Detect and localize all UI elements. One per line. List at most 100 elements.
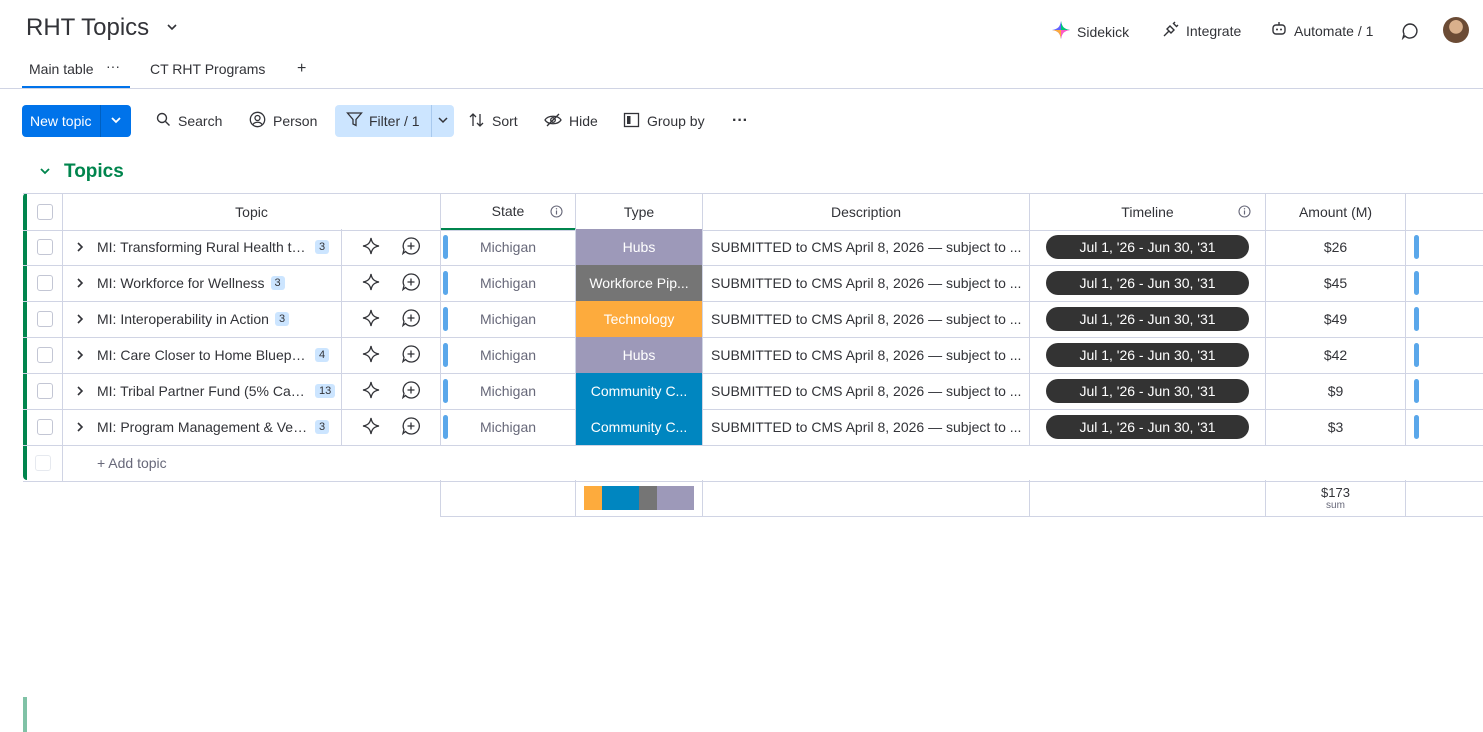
topic-cell[interactable]: MI: Program Management & Ven... 3 bbox=[63, 409, 342, 445]
extra-cell[interactable] bbox=[1406, 229, 1483, 265]
add-update-icon[interactable] bbox=[401, 236, 421, 259]
add-topic-input[interactable]: + Add topic bbox=[63, 445, 463, 481]
add-update-icon[interactable] bbox=[401, 344, 421, 367]
column-header-state[interactable]: State bbox=[441, 194, 576, 230]
info-icon[interactable] bbox=[1238, 205, 1251, 221]
topic-cell[interactable]: MI: Transforming Rural Health th... 3 bbox=[63, 229, 342, 265]
add-view-icon[interactable]: + bbox=[297, 60, 306, 78]
table-row[interactable]: MI: Workforce for Wellness 3 Michigan Wo… bbox=[23, 265, 1483, 302]
ai-sparkle-icon[interactable] bbox=[361, 380, 381, 403]
extra-cell[interactable] bbox=[1406, 409, 1483, 445]
group-by-button[interactable]: Group by bbox=[623, 105, 705, 137]
amount-cell[interactable]: $26 bbox=[1266, 229, 1406, 265]
description-cell[interactable]: SUBMITTED to CMS April 8, 2026 — subject… bbox=[703, 229, 1030, 265]
ai-sparkle-icon[interactable] bbox=[361, 344, 381, 367]
ai-sparkle-icon[interactable] bbox=[361, 308, 381, 331]
type-cell[interactable]: Hubs bbox=[576, 337, 703, 373]
type-cell[interactable]: Workforce Pip... bbox=[576, 265, 703, 301]
table-row[interactable]: MI: Care Closer to Home Bluepri... 4 Mic… bbox=[23, 337, 1483, 374]
subitem-count-badge[interactable]: 13 bbox=[315, 384, 336, 398]
extra-cell[interactable] bbox=[1406, 373, 1483, 409]
amount-cell[interactable]: $3 bbox=[1266, 409, 1406, 445]
chevron-down-icon[interactable] bbox=[101, 114, 131, 129]
amount-cell[interactable]: $9 bbox=[1266, 373, 1406, 409]
timeline-cell[interactable]: Jul 1, '26 - Jun 30, '31 bbox=[1030, 337, 1266, 373]
description-cell[interactable]: SUBMITTED to CMS April 8, 2026 — subject… bbox=[703, 337, 1030, 373]
column-header-timeline[interactable]: Timeline bbox=[1030, 194, 1266, 230]
description-cell[interactable]: SUBMITTED to CMS April 8, 2026 — subject… bbox=[703, 301, 1030, 337]
row-checkbox[interactable] bbox=[36, 419, 53, 435]
hide-button[interactable]: Hide bbox=[544, 105, 598, 137]
column-header-description[interactable]: Description bbox=[703, 194, 1030, 230]
row-checkbox[interactable] bbox=[36, 239, 53, 255]
expand-chevron-icon[interactable] bbox=[63, 421, 97, 433]
state-cell[interactable]: Michigan bbox=[441, 229, 576, 265]
subitem-count-badge[interactable]: 3 bbox=[315, 420, 330, 434]
table-row[interactable]: MI: Interoperability in Action 3 Michiga… bbox=[23, 301, 1483, 338]
ai-sparkle-icon[interactable] bbox=[361, 236, 381, 259]
description-cell[interactable]: SUBMITTED to CMS April 8, 2026 — subject… bbox=[703, 409, 1030, 445]
select-all-checkbox[interactable] bbox=[36, 204, 53, 220]
timeline-cell[interactable]: Jul 1, '26 - Jun 30, '31 bbox=[1030, 409, 1266, 445]
column-header-type[interactable]: Type bbox=[576, 194, 703, 230]
row-checkbox[interactable] bbox=[36, 347, 53, 363]
chevron-down-icon[interactable] bbox=[165, 20, 179, 37]
tab-ct-rht-programs[interactable]: CT RHT Programs bbox=[150, 61, 265, 77]
state-cell[interactable]: Michigan bbox=[441, 373, 576, 409]
row-checkbox[interactable] bbox=[36, 275, 53, 291]
type-cell[interactable]: Community C... bbox=[576, 373, 703, 409]
add-update-icon[interactable] bbox=[401, 308, 421, 331]
column-header-topic[interactable]: Topic bbox=[63, 194, 441, 230]
subitem-count-badge[interactable]: 3 bbox=[274, 312, 290, 326]
more-options-icon[interactable]: ··· bbox=[732, 105, 748, 137]
expand-chevron-icon[interactable] bbox=[63, 349, 97, 361]
add-update-icon[interactable] bbox=[401, 272, 421, 295]
subitem-count-badge[interactable]: 3 bbox=[270, 276, 285, 290]
summary-type[interactable] bbox=[576, 480, 703, 516]
type-cell[interactable]: Community C... bbox=[576, 409, 703, 445]
subitem-count-badge[interactable]: 4 bbox=[315, 348, 330, 362]
extra-cell[interactable] bbox=[1406, 265, 1483, 301]
group-title[interactable]: Topics bbox=[64, 161, 124, 183]
expand-chevron-icon[interactable] bbox=[63, 385, 97, 397]
chat-bubble-icon[interactable] bbox=[1401, 22, 1419, 45]
add-topic-row[interactable]: + Add topic bbox=[23, 445, 1483, 732]
summary-amount[interactable]: $173 sum bbox=[1266, 480, 1406, 516]
add-update-icon[interactable] bbox=[401, 380, 421, 403]
tab-more-icon[interactable]: ··· bbox=[106, 58, 120, 74]
extra-cell[interactable] bbox=[1406, 337, 1483, 373]
amount-cell[interactable]: $45 bbox=[1266, 265, 1406, 301]
add-update-icon[interactable] bbox=[401, 416, 421, 439]
new-topic-button[interactable]: New topic bbox=[22, 105, 131, 137]
person-filter-button[interactable]: Person bbox=[249, 105, 317, 137]
description-cell[interactable]: SUBMITTED to CMS April 8, 2026 — subject… bbox=[703, 265, 1030, 301]
expand-chevron-icon[interactable] bbox=[63, 241, 97, 253]
integrate-button[interactable]: Integrate bbox=[1162, 20, 1241, 41]
expand-chevron-icon[interactable] bbox=[63, 313, 97, 325]
column-header-amount[interactable]: Amount (M) bbox=[1266, 194, 1406, 230]
avatar[interactable] bbox=[1443, 17, 1469, 43]
topic-cell[interactable]: MI: Tribal Partner Fund (5% Carv... 13 bbox=[63, 373, 342, 409]
amount-cell[interactable]: $42 bbox=[1266, 337, 1406, 373]
sort-button[interactable]: Sort bbox=[469, 105, 518, 137]
timeline-cell[interactable]: Jul 1, '26 - Jun 30, '31 bbox=[1030, 229, 1266, 265]
subitem-count-badge[interactable]: 3 bbox=[315, 240, 330, 254]
table-row[interactable]: MI: Tribal Partner Fund (5% Carv... 13 M… bbox=[23, 373, 1483, 410]
type-cell[interactable]: Hubs bbox=[576, 229, 703, 265]
tab-main-table[interactable]: Main table bbox=[29, 61, 94, 77]
row-checkbox[interactable] bbox=[36, 383, 53, 399]
topic-cell[interactable]: MI: Workforce for Wellness 3 bbox=[63, 265, 342, 301]
state-cell[interactable]: Michigan bbox=[441, 337, 576, 373]
row-checkbox[interactable] bbox=[36, 311, 53, 327]
topic-cell[interactable]: MI: Care Closer to Home Bluepri... 4 bbox=[63, 337, 342, 373]
table-row[interactable]: MI: Transforming Rural Health th... 3 Mi… bbox=[23, 229, 1483, 266]
state-cell[interactable]: Michigan bbox=[441, 265, 576, 301]
type-cell[interactable]: Technology bbox=[576, 301, 703, 337]
chevron-down-icon[interactable] bbox=[38, 164, 52, 181]
timeline-cell[interactable]: Jul 1, '26 - Jun 30, '31 bbox=[1030, 301, 1266, 337]
table-row[interactable]: MI: Program Management & Ven... 3 Michig… bbox=[23, 409, 1483, 446]
timeline-cell[interactable]: Jul 1, '26 - Jun 30, '31 bbox=[1030, 373, 1266, 409]
expand-chevron-icon[interactable] bbox=[63, 277, 97, 289]
info-icon[interactable] bbox=[550, 205, 563, 221]
state-cell[interactable]: Michigan bbox=[441, 301, 576, 337]
